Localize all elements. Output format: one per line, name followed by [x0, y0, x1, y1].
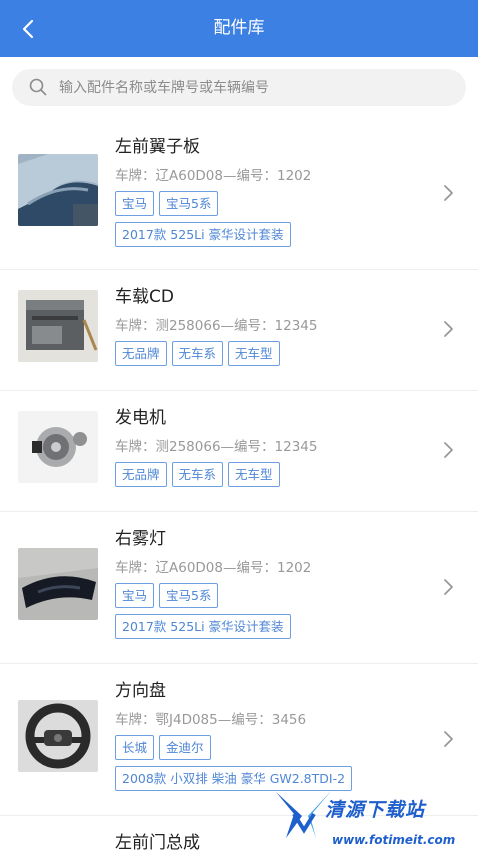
page-title: 配件库: [213, 18, 265, 38]
series-tag: 宝马5系: [159, 191, 219, 216]
part-list-item[interactable]: 右雾灯 车牌：辽A60D08—编号：1202 宝马 宝马5系 2017款 525…: [0, 512, 478, 664]
part-plate-number: 车牌：鄂J4D085—编号：3456: [115, 712, 307, 728]
part-name: 方向盘: [115, 681, 166, 701]
part-info: 车载CD 车牌：测258066—编号：12345 无品牌 无车系 无车型: [115, 284, 428, 367]
part-info: 右雾灯 车牌：辽A60D08—编号：1202 宝马 宝马5系 2017款 525…: [115, 526, 428, 640]
search-bar: [12, 69, 466, 106]
chevron-right-icon: [442, 319, 456, 339]
fog-light-photo: [18, 548, 98, 620]
part-list-item[interactable]: 车载CD 车牌：测258066—编号：12345 无品牌 无车系 无车型: [0, 270, 478, 391]
part-plate-number: 车牌：辽A60D08—编号：1202: [115, 168, 312, 184]
part-plate-number: 车牌：辽A60D08—编号：1202: [115, 560, 312, 576]
search-icon: [28, 77, 48, 97]
model-tags: 2017款 525Li 豪华设计套装: [115, 222, 428, 248]
series-tag: 无车系: [171, 462, 224, 487]
part-name: 车载CD: [115, 287, 174, 307]
brand-tag: 无品牌: [115, 341, 167, 366]
series-tag: 金迪尔: [159, 735, 211, 760]
model-tag: 2017款 525Li 豪华设计套装: [115, 222, 291, 247]
chevron-right-icon: [442, 183, 456, 203]
model-tag: 无车型: [228, 341, 280, 366]
brand-tag: 无品牌: [115, 462, 167, 487]
cd-player-photo: [18, 290, 98, 362]
watermark-title: 清源下载站: [325, 799, 426, 821]
brand-tags: 无品牌 无车系 无车型: [115, 462, 428, 488]
series-tag: 无车系: [171, 341, 224, 366]
brand-tags: 宝马 宝马5系: [115, 583, 428, 609]
chevron-right-icon: [442, 440, 456, 460]
part-list-item[interactable]: 方向盘 车牌：鄂J4D085—编号：3456 长城 金迪尔 2008款 小双排 …: [0, 664, 478, 816]
part-info: 发电机 车牌：测258066—编号：12345 无品牌 无车系 无车型: [115, 405, 428, 488]
part-plate-number: 车牌：测258066—编号：12345: [115, 439, 318, 455]
chevron-right-icon: [442, 729, 456, 749]
brand-tag: 长城: [115, 735, 155, 760]
brand-tags: 无品牌 无车系 无车型: [115, 341, 428, 367]
brand-tags: 长城 金迪尔: [115, 735, 428, 761]
chevron-right-icon: [442, 577, 456, 597]
part-info: 左前翼子板 车牌：辽A60D08—编号：1202 宝马 宝马5系 2017款 5…: [115, 134, 428, 248]
steering-wheel-photo: [18, 700, 98, 772]
brand-tag: 宝马: [115, 191, 155, 216]
part-info: 方向盘 车牌：鄂J4D085—编号：3456 长城 金迪尔 2008款 小双排 …: [115, 678, 428, 792]
part-name: 发电机: [115, 408, 166, 428]
brand-tag: 宝马: [115, 583, 155, 608]
model-tag: 2017款 525Li 豪华设计套装: [115, 614, 291, 639]
part-name: 左前翼子板: [115, 137, 200, 157]
series-tag: 宝马5系: [159, 583, 219, 608]
alternator-photo: [18, 411, 98, 483]
model-tag: 无车型: [228, 462, 280, 487]
app-header: 配件库: [0, 0, 478, 57]
part-name: 右雾灯: [115, 529, 166, 549]
part-list-item[interactable]: 发电机 车牌：测258066—编号：12345 无品牌 无车系 无车型: [0, 391, 478, 512]
watermark-url: www.fotimeit.com: [332, 833, 456, 847]
search-input[interactable]: [59, 69, 454, 106]
brand-tags: 宝马 宝马5系: [115, 191, 428, 217]
part-list-item[interactable]: 左前翼子板 车牌：辽A60D08—编号：1202 宝马 宝马5系 2017款 5…: [0, 120, 478, 270]
fender-photo: [18, 154, 98, 226]
model-tags: 2017款 525Li 豪华设计套装: [115, 614, 428, 640]
part-plate-number: 车牌：测258066—编号：12345: [115, 318, 318, 334]
